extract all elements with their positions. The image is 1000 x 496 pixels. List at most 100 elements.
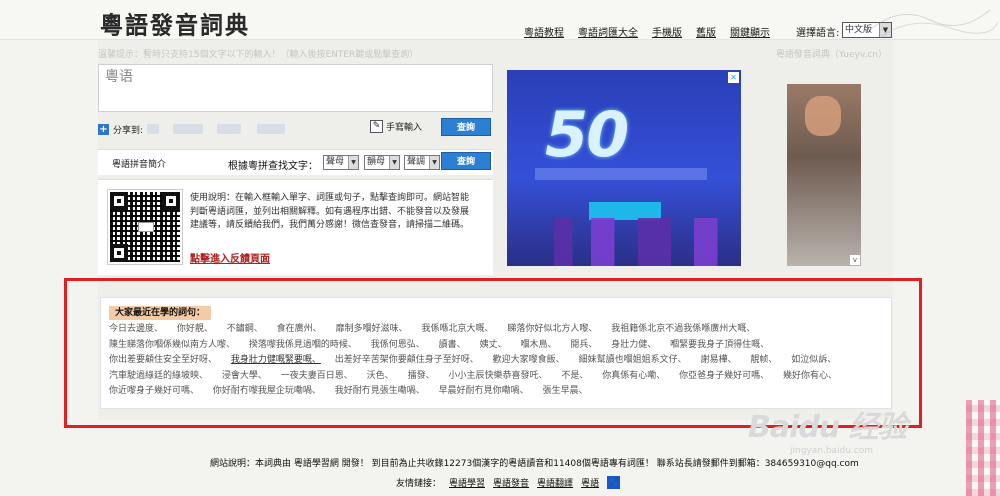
recent-word-link[interactable]: 小小主辰快樂恭喜發吒、 — [448, 371, 547, 381]
recent-word-link[interactable]: 你近嚟身子幾好可嗎、 — [109, 386, 199, 396]
decorative-flourish-icon — [869, 9, 999, 39]
recent-word-link[interactable]: 身壯力健、 — [611, 340, 656, 350]
pinyin-search-bar: 粵語拼音簡介 根據粵拼查找文字： 聲母 ▼ 韻母 ▼ 聲調 ▼ — [98, 149, 493, 175]
friend-link[interactable]: 粵語翻譯 — [537, 476, 573, 489]
tone-select-value: 聲調 — [407, 157, 426, 167]
city-skyline-icon — [507, 218, 741, 266]
recent-word-link[interactable]: 嗰木鳥、 — [520, 340, 556, 350]
site-logo[interactable]: 粵語發音詞典 — [100, 5, 250, 41]
recent-word-link[interactable]: 不是、 — [561, 371, 588, 381]
recent-word-link[interactable]: 你出差要顧住安全至好呀、 — [109, 355, 217, 365]
recent-word-link[interactable]: 不鏽鋼、 — [227, 324, 263, 334]
friend-link[interactable]: 粵語學習 — [449, 476, 485, 489]
recent-word-link[interactable]: 張生早晨、 — [543, 386, 588, 396]
final-select[interactable]: 韻母 ▼ — [364, 155, 400, 170]
share-service-icon[interactable] — [173, 124, 204, 134]
input-notice: 溫馨提示：暫時只支持15個文字以下的輸入！（輸入後按ENTER鍵或點擊查詢） — [98, 50, 419, 60]
recent-word-link[interactable]: 揆落嚟我係見過嗰的時候、 — [249, 340, 357, 350]
pinyin-search-label: 根據粵拼查找文字： — [228, 161, 318, 172]
recent-word-link[interactable]: 浸會大學、 — [222, 371, 267, 381]
share-service-icon[interactable] — [147, 124, 160, 134]
recent-word-link[interactable]: 姨丈、 — [480, 340, 507, 350]
recent-word-link[interactable]: 陳生睇落你嗰係幾似南方人嚟、 — [109, 340, 235, 350]
friend-link[interactable]: 粵語發音 — [493, 476, 529, 489]
site-info: 網站說明：本詞典由 粵語學習網 開發！ 到目前為止共收錄12273個漢字的粵語讀… — [210, 459, 859, 469]
recent-word-link[interactable]: 今日去邊度、 — [109, 324, 163, 334]
handwrite-button[interactable]: ✎ 手寫輸入 — [370, 120, 422, 133]
share-label: 分享到: — [113, 125, 144, 136]
recent-word-link[interactable]: 靚帧、 — [750, 355, 777, 365]
nav-old-version[interactable]: 舊版 — [696, 24, 716, 39]
chevron-down-icon: ▼ — [429, 156, 439, 169]
qr-finder-icon — [110, 244, 128, 262]
ad-badge-icon: v — [850, 255, 860, 265]
search-input[interactable]: 粵语 — [98, 64, 493, 112]
paw-icon[interactable]: 🐾 — [607, 476, 621, 489]
recent-word-link[interactable]: 謝易樺、 — [700, 355, 736, 365]
initial-select[interactable]: 聲母 ▼ — [323, 155, 359, 170]
feedback-link[interactable]: 點擊進入反饋頁面 — [190, 250, 270, 265]
recent-word-link[interactable]: 嗰緊要我身子頂得住嘅、 — [670, 340, 769, 350]
recent-word-link[interactable]: 你好耐冇嚟我屋企玩嘞喎、 — [213, 386, 321, 396]
pinyin-intro-link[interactable]: 粵語拼音簡介 — [112, 157, 166, 170]
share-service-icon[interactable] — [217, 124, 242, 134]
banner-ad[interactable]: 50 ✕ — [507, 70, 741, 266]
recent-words-title: 大家最近在學的詞句： — [109, 306, 212, 320]
top-nav: 粵語教程 粵語詞匯大全 手機版 舊版 關鍵顯示 — [524, 24, 770, 39]
recent-word-link[interactable]: 睇落你好似北方人嚟、 — [507, 324, 597, 334]
recent-word-link[interactable]: 細妹幫讀也嗰姐姐系文仔、 — [579, 355, 687, 365]
recent-word-link[interactable]: 閱兵、 — [570, 340, 597, 350]
recent-word-link[interactable]: 沃色、 — [367, 371, 394, 381]
ad-photo-icon — [805, 96, 841, 136]
recent-word-link[interactable]: 早晨好耐冇見你嘞喎、 — [439, 386, 529, 396]
friend-link[interactable]: 粵語 — [581, 476, 599, 489]
recent-word-link[interactable]: 歡迎大家嚟食飯、 — [493, 355, 565, 365]
recent-words-panel: 大家最近在學的詞句： 今日去邊度、 你好靚、 不鏽鋼、 食在廣州、 靡制多嗰好滋… — [100, 297, 892, 409]
pencil-icon: ✎ — [370, 120, 383, 133]
share-bar: + 分享到: — [98, 122, 286, 136]
recent-word-link[interactable]: 出差好辛苦架你要顧住身子至好呀、 — [335, 355, 479, 365]
recent-word-link[interactable]: 靡制多嗰好滋味、 — [336, 324, 408, 334]
friend-links: 友情鏈接： 粵語學習 粵語發音 粵語翻譯 粵語 🐾 — [396, 476, 621, 489]
nav-mobile[interactable]: 手機版 — [652, 24, 682, 39]
chevron-down-icon: ▼ — [389, 156, 399, 169]
initial-select-value: 聲母 — [326, 157, 345, 167]
nav-vocabulary[interactable]: 粵語詞匯大全 — [578, 24, 638, 39]
share-service-icon[interactable] — [257, 124, 286, 134]
plus-icon[interactable]: + — [98, 123, 109, 135]
recent-word-link[interactable]: 一夜夫妻百日恩、 — [281, 371, 353, 381]
decorative-mosaic-icon — [966, 400, 1000, 496]
recent-word-link[interactable]: 我身壯力健嘅緊要嘅、 — [231, 355, 321, 365]
query-button[interactable]: 查詢 — [441, 118, 491, 136]
recent-word-link[interactable]: 我係喺北京大嘅、 — [421, 324, 493, 334]
ad-band — [535, 168, 707, 180]
links-label: 友情鏈接： — [396, 479, 442, 489]
recent-word-link[interactable]: 你亞爸身子幾好可嗎、 — [679, 371, 769, 381]
qr-logo-icon — [138, 222, 154, 232]
recent-word-link[interactable]: 你真係有心嘞、 — [602, 371, 665, 381]
recent-word-link[interactable]: 食在廣州、 — [277, 324, 322, 334]
watermark-url: jingyan.baidu.com — [790, 446, 874, 456]
recent-word-link[interactable]: 我好耐冇見張生嘞喎、 — [335, 386, 425, 396]
side-ad[interactable]: v — [787, 84, 861, 266]
header: 粵語發音詞典 粵語教程 粵語詞匯大全 手機版 舊版 關鍵顯示 選擇語言: 中文版… — [0, 0, 1000, 40]
recent-word-link[interactable]: 我祖籍係北京不過我係喺廣州大嘅、 — [611, 324, 755, 334]
recent-word-link[interactable]: 汽車駛過綠廷的綠坡映、 — [109, 371, 208, 381]
pinyin-query-button[interactable]: 查詢 — [441, 152, 491, 170]
recent-word-link[interactable]: 讀書、 — [439, 340, 466, 350]
recent-word-link[interactable]: 你好靚、 — [177, 324, 213, 334]
handwrite-label: 手寫輸入 — [386, 123, 423, 133]
qr-finder-icon — [162, 192, 180, 210]
recent-words-list: 今日去邊度、 你好靚、 不鏽鋼、 食在廣州、 靡制多嗰好滋味、 我係喺北京大嘅、… — [109, 322, 887, 400]
recent-word-link[interactable]: 我係何恩弘、 — [371, 340, 425, 350]
recent-word-link[interactable]: 如泣似訴、 — [791, 355, 836, 365]
nav-cantonese-tutorial[interactable]: 粵語教程 — [524, 24, 564, 39]
close-icon[interactable]: ✕ — [728, 72, 739, 83]
recent-word-link[interactable]: 擂發、 — [408, 371, 435, 381]
recent-word-link[interactable]: 幾好你有心、 — [783, 371, 837, 381]
tone-select[interactable]: 聲調 ▼ — [404, 155, 440, 170]
usage-text: 使用說明：在輸入框輸入單字、詞匯或句子，點擊查詢即可。網站智能判斷粵語詞匯，並列… — [190, 193, 470, 230]
ad-headline: 50 — [545, 98, 629, 171]
final-select-value: 韻母 — [367, 157, 386, 167]
nav-key-display[interactable]: 關鍵顯示 — [730, 24, 770, 39]
